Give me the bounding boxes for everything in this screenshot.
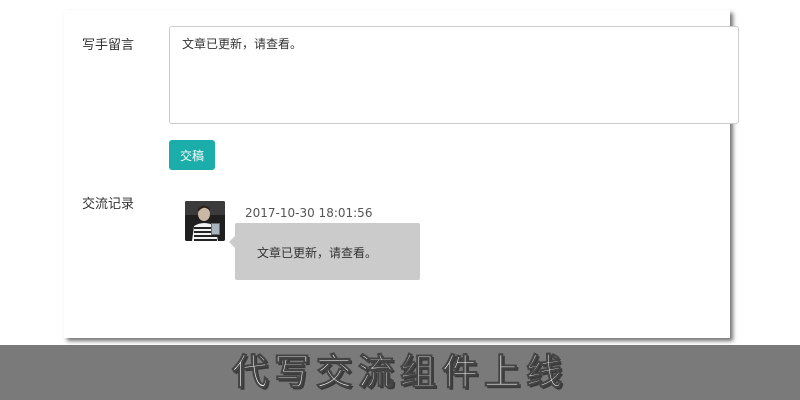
bubble-message-text: 文章已更新，请查看。 xyxy=(257,246,378,260)
avatar-photo-icon xyxy=(185,201,225,241)
message-textarea[interactable]: 文章已更新，请查看。 xyxy=(169,26,739,124)
bubble-tail xyxy=(229,236,235,248)
avatar xyxy=(185,201,225,241)
bottom-banner: 代写交流组件上线 xyxy=(0,345,800,400)
history-label: 交流记录 xyxy=(82,197,135,212)
screenshot-stage: 写手留言 文章已更新，请查看。 交稿 交流记录 2017-10-30 18:01… xyxy=(0,0,800,400)
message-timestamp: 2017-10-30 18:01:56 xyxy=(245,206,373,220)
message-bubble: 文章已更新，请查看。 xyxy=(229,223,420,280)
message-label: 写手留言 xyxy=(82,38,135,53)
submit-button[interactable]: 交稿 xyxy=(169,140,215,170)
banner-title: 代写交流组件上线 xyxy=(231,351,568,394)
